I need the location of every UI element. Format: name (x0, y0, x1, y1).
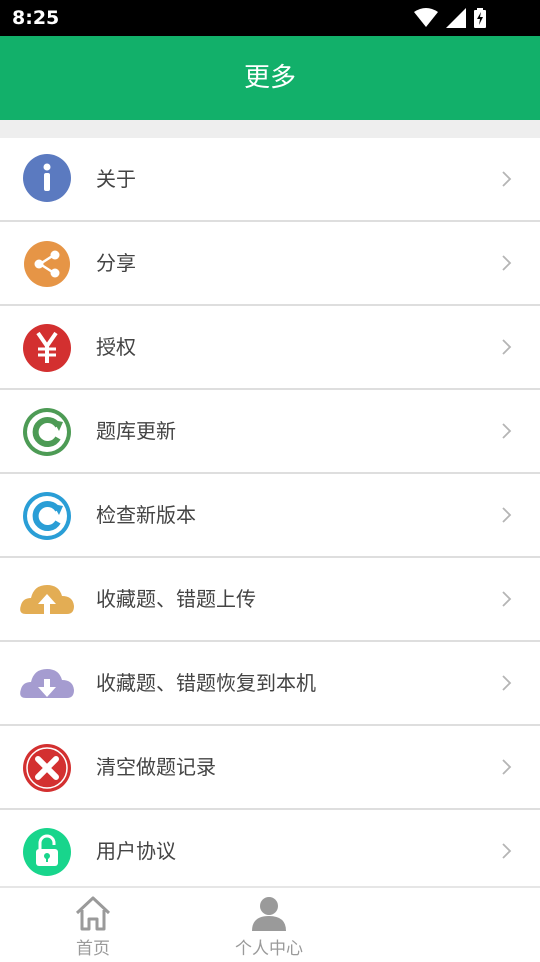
info-icon (20, 154, 74, 204)
battery-icon (474, 8, 486, 28)
tab-label: 个人中心 (235, 939, 303, 959)
menu-label: 检查新版本 (96, 503, 196, 527)
cloud-download-icon (20, 658, 74, 708)
menu-item-share[interactable]: 分享 (0, 222, 540, 306)
menu-label: 授权 (96, 335, 136, 359)
chevron-right-icon (502, 507, 512, 523)
update-icon (20, 490, 74, 540)
tab-profile[interactable]: 个人中心 (209, 888, 329, 960)
status-bar: 8:25 (0, 0, 540, 36)
menu-label: 关于 (96, 167, 136, 191)
section-gap (0, 120, 540, 138)
status-time: 8:25 (12, 7, 60, 29)
menu-item-user-agreement[interactable]: 用户协议 (0, 810, 540, 894)
cloud-upload-icon (20, 574, 74, 624)
chevron-right-icon (502, 759, 512, 775)
wifi-icon (414, 8, 438, 27)
home-icon (75, 896, 111, 931)
menu-item-clear-records[interactable]: 清空做题记录 (0, 726, 540, 810)
chevron-right-icon (502, 255, 512, 271)
menu-label: 收藏题、错题上传 (96, 587, 256, 611)
person-icon (252, 897, 286, 931)
menu-item-check-version[interactable]: 检查新版本 (0, 474, 540, 558)
signal-icon (446, 8, 466, 28)
menu-label: 收藏题、错题恢复到本机 (96, 671, 316, 695)
chevron-right-icon (502, 171, 512, 187)
yen-icon (20, 322, 74, 372)
tab-home[interactable]: 首页 (33, 888, 153, 960)
lock-icon (20, 826, 74, 876)
menu-item-bank-update[interactable]: 题库更新 (0, 390, 540, 474)
menu-item-authorize[interactable]: 授权 (0, 306, 540, 390)
chevron-right-icon (502, 675, 512, 691)
app-bar: 更多 (0, 36, 540, 120)
clear-icon (20, 742, 74, 792)
bottom-nav: 首页 个人中心 (0, 886, 540, 962)
share-icon (20, 238, 74, 288)
tab-label: 首页 (76, 939, 110, 959)
menu-item-upload[interactable]: 收藏题、错题上传 (0, 558, 540, 642)
menu-label: 用户协议 (96, 839, 176, 863)
menu-item-restore[interactable]: 收藏题、错题恢复到本机 (0, 642, 540, 726)
chevron-right-icon (502, 423, 512, 439)
refresh-icon (20, 406, 74, 456)
menu-label: 分享 (96, 251, 136, 275)
menu-label: 清空做题记录 (96, 755, 216, 779)
chevron-right-icon (502, 843, 512, 859)
chevron-right-icon (502, 339, 512, 355)
menu-list: 关于 分享 授权 题库更新 检查新版本 收藏题、错题上传 收藏题、错题恢复到本机… (0, 138, 540, 894)
menu-label: 题库更新 (96, 419, 176, 443)
menu-item-about[interactable]: 关于 (0, 138, 540, 222)
page-title: 更多 (243, 63, 296, 93)
chevron-right-icon (502, 591, 512, 607)
